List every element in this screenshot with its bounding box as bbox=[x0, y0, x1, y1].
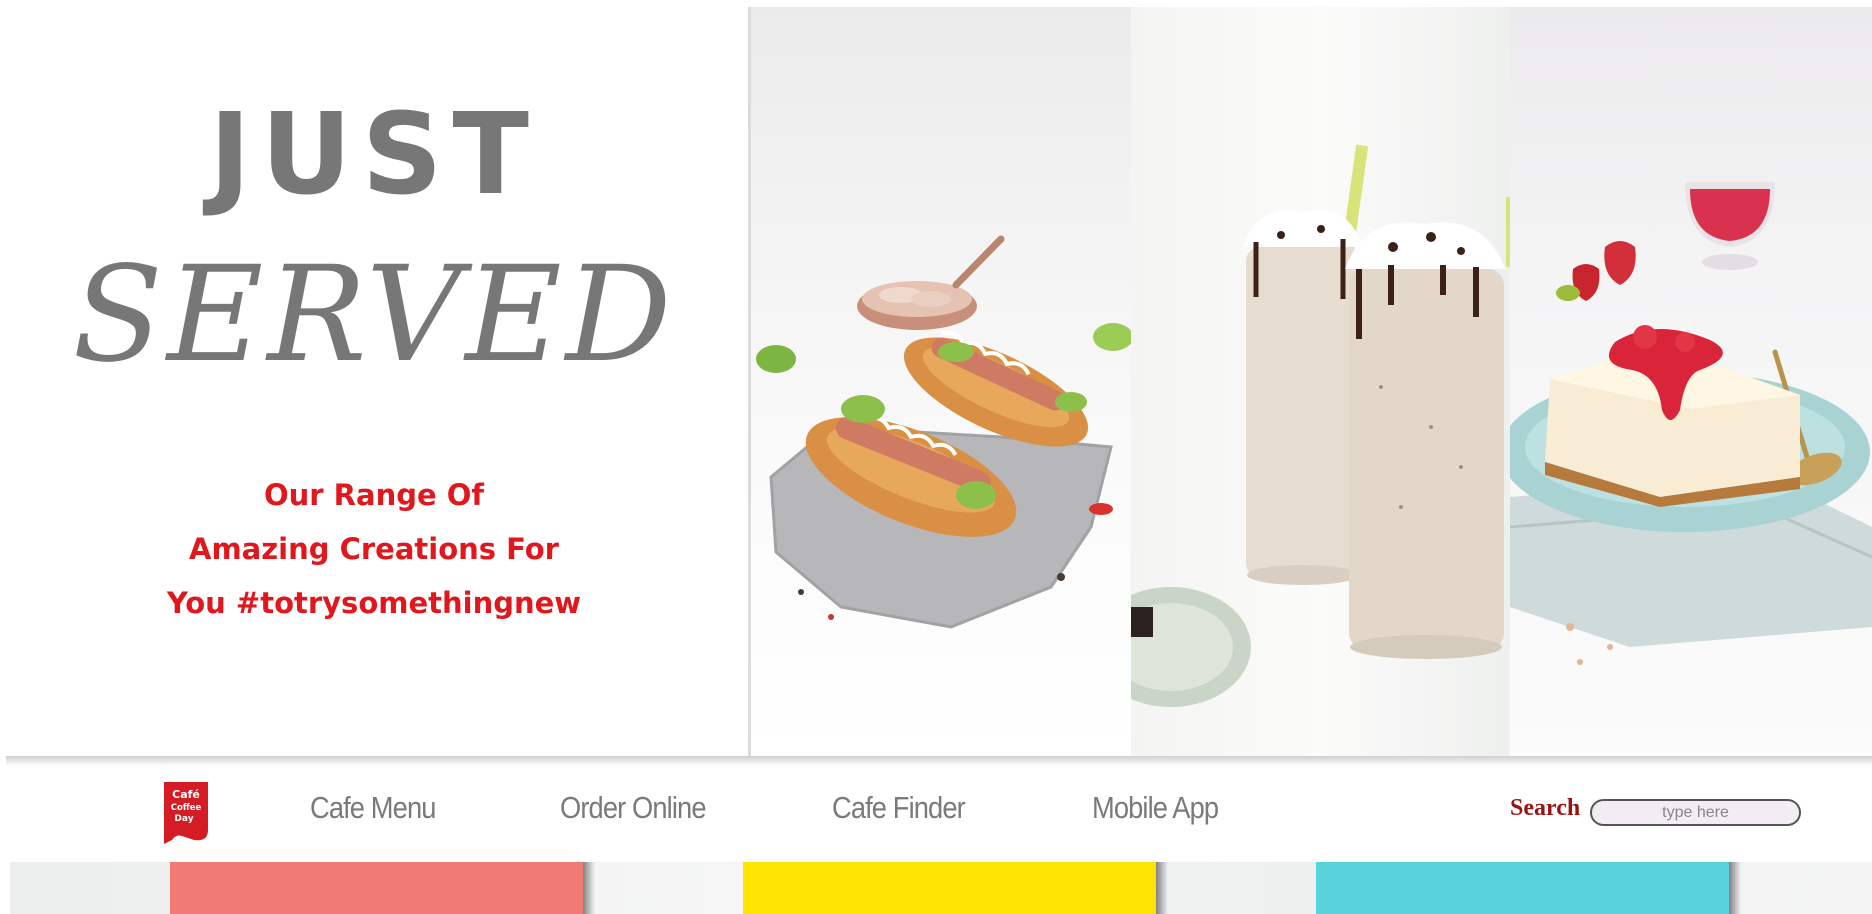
strawberry-cheesecake-image bbox=[1510, 7, 1872, 756]
product-card-coral[interactable] bbox=[170, 862, 583, 914]
nav-link-order-online[interactable]: Order Online bbox=[560, 790, 706, 826]
nav-link-cafe-finder[interactable]: Cafe Finder bbox=[832, 790, 966, 826]
croissant-hotdog-image bbox=[748, 7, 1131, 756]
tagline-line-3: You #totrysomethingnew bbox=[166, 586, 582, 620]
search-label: Search bbox=[1510, 795, 1581, 821]
hero-banner: JUST SERVED Our Range Of Amazing Creatio… bbox=[0, 0, 1872, 766]
product-card-teal[interactable] bbox=[1316, 862, 1729, 914]
card-shadow bbox=[1729, 862, 1741, 914]
hero-tagline: Our Range Of Amazing Creations For You #… bbox=[0, 468, 748, 630]
tagline-line-1: Our Range Of bbox=[263, 478, 485, 512]
hero-text-block: JUST SERVED Our Range Of Amazing Creatio… bbox=[0, 0, 748, 760]
product-card-yellow[interactable] bbox=[743, 862, 1156, 914]
svg-text:Coffee: Coffee bbox=[171, 803, 202, 813]
tagline-line-2: Amazing Creations For bbox=[189, 532, 559, 566]
nav-link-mobile-app[interactable]: Mobile App bbox=[1092, 790, 1219, 826]
card-shadow bbox=[583, 862, 595, 914]
svg-text:Café: Café bbox=[172, 788, 200, 801]
cafe-coffee-day-logo[interactable]: Café Coffee Day bbox=[162, 782, 210, 844]
svg-text:Day: Day bbox=[174, 814, 193, 824]
nav-link-cafe-menu[interactable]: Cafe Menu bbox=[310, 790, 436, 826]
hero-title-served: SERVED bbox=[72, 238, 676, 392]
search-input[interactable] bbox=[1590, 799, 1801, 826]
frappe-shakes-image bbox=[1131, 7, 1510, 756]
main-navigation: Café Coffee Day Cafe Menu Order Online C… bbox=[0, 766, 1872, 862]
hero-title-just: JUST bbox=[209, 90, 539, 220]
ccd-logo-icon: Café Coffee Day bbox=[164, 782, 208, 844]
card-shadow bbox=[1156, 862, 1168, 914]
hero-divider-shadow bbox=[6, 756, 1872, 766]
